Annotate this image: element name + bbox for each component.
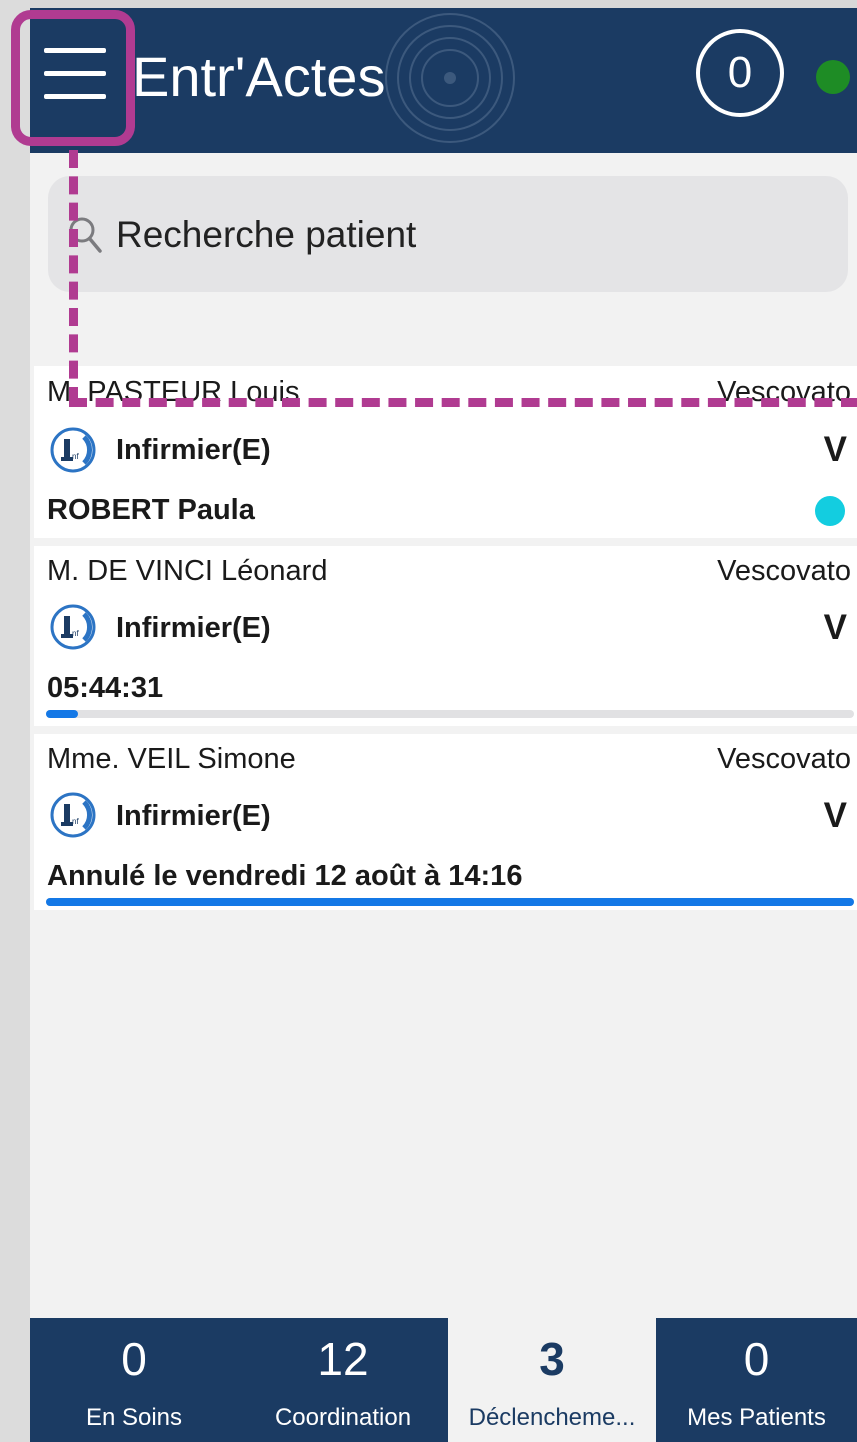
tab-label: En Soins — [85, 1404, 183, 1431]
annotation-highlight-box — [11, 10, 135, 146]
app-title: Entr'Actes — [132, 45, 386, 108]
patient-city: Vescovato — [717, 743, 851, 775]
tab-label: Coordination — [274, 1404, 412, 1431]
bottom-tab-bar: 0 En Soins 12 Coordination 3 Déclencheme… — [30, 1318, 857, 1442]
visit-badge: V — [823, 608, 847, 647]
annotation-dashed-line — [69, 398, 857, 407]
profession-label: Infirmier(E) — [116, 612, 271, 644]
tab-count: 0 — [743, 1333, 770, 1385]
status-strip — [30, 0, 857, 8]
tab-label: Mes Patients — [687, 1404, 826, 1431]
profession-logo-icon: nf — [50, 427, 96, 473]
progress-bar — [46, 710, 854, 718]
countdown-timer: 05:44:31 — [47, 672, 164, 704]
svg-text:nf: nf — [72, 817, 79, 826]
search-bar[interactable] — [48, 176, 848, 292]
visit-badge: V — [823, 796, 847, 835]
profession-logo-icon: nf — [50, 604, 96, 650]
app-screen: Entr'Actes 0 M. PASTEUR Louis Vescovato … — [30, 0, 857, 1442]
assigned-caregiver: ROBERT Paula — [47, 494, 255, 526]
notification-counter[interactable]: 0 — [696, 29, 784, 117]
patient-city: Vescovato — [717, 555, 851, 587]
patient-name: M. DE VINCI Léonard — [47, 555, 328, 587]
progress-bar — [46, 898, 854, 906]
status-indicator-dot — [815, 496, 845, 526]
search-input[interactable] — [114, 198, 818, 272]
patient-card[interactable]: Mme. VEIL Simone Vescovato nf Infirmier(… — [34, 734, 857, 910]
tab-declenchement[interactable]: 3 Déclencheme... — [448, 1318, 656, 1442]
tab-label: Déclencheme... — [468, 1404, 636, 1431]
svg-text:nf: nf — [72, 452, 79, 461]
profession-logo-icon: nf — [50, 792, 96, 838]
tab-en-soins[interactable]: 0 En Soins — [30, 1318, 238, 1442]
logo-watermark-icon — [385, 13, 515, 143]
patient-card[interactable]: M. DE VINCI Léonard Vescovato nf Infirmi… — [34, 546, 857, 726]
tab-coordination[interactable]: 12 Coordination — [238, 1318, 448, 1442]
tab-count: 3 — [539, 1333, 565, 1385]
patient-name: Mme. VEIL Simone — [47, 743, 296, 775]
profession-label: Infirmier(E) — [116, 434, 271, 466]
cancellation-note: Annulé le vendredi 12 août à 14:16 — [47, 860, 523, 892]
tab-count: 0 — [121, 1333, 147, 1385]
patient-card[interactable]: M. PASTEUR Louis Vescovato nf Infirmier(… — [34, 366, 857, 538]
app-header: Entr'Actes 0 — [30, 0, 857, 153]
svg-text:nf: nf — [72, 629, 79, 638]
progress-fill — [46, 710, 79, 718]
tab-mes-patients[interactable]: 0 Mes Patients — [656, 1318, 857, 1442]
tab-count: 12 — [317, 1333, 369, 1385]
progress-fill — [46, 898, 854, 906]
connection-status-dot — [816, 60, 850, 94]
profession-label: Infirmier(E) — [116, 800, 271, 832]
annotation-dashed-line — [69, 150, 78, 405]
visit-badge: V — [823, 430, 847, 469]
